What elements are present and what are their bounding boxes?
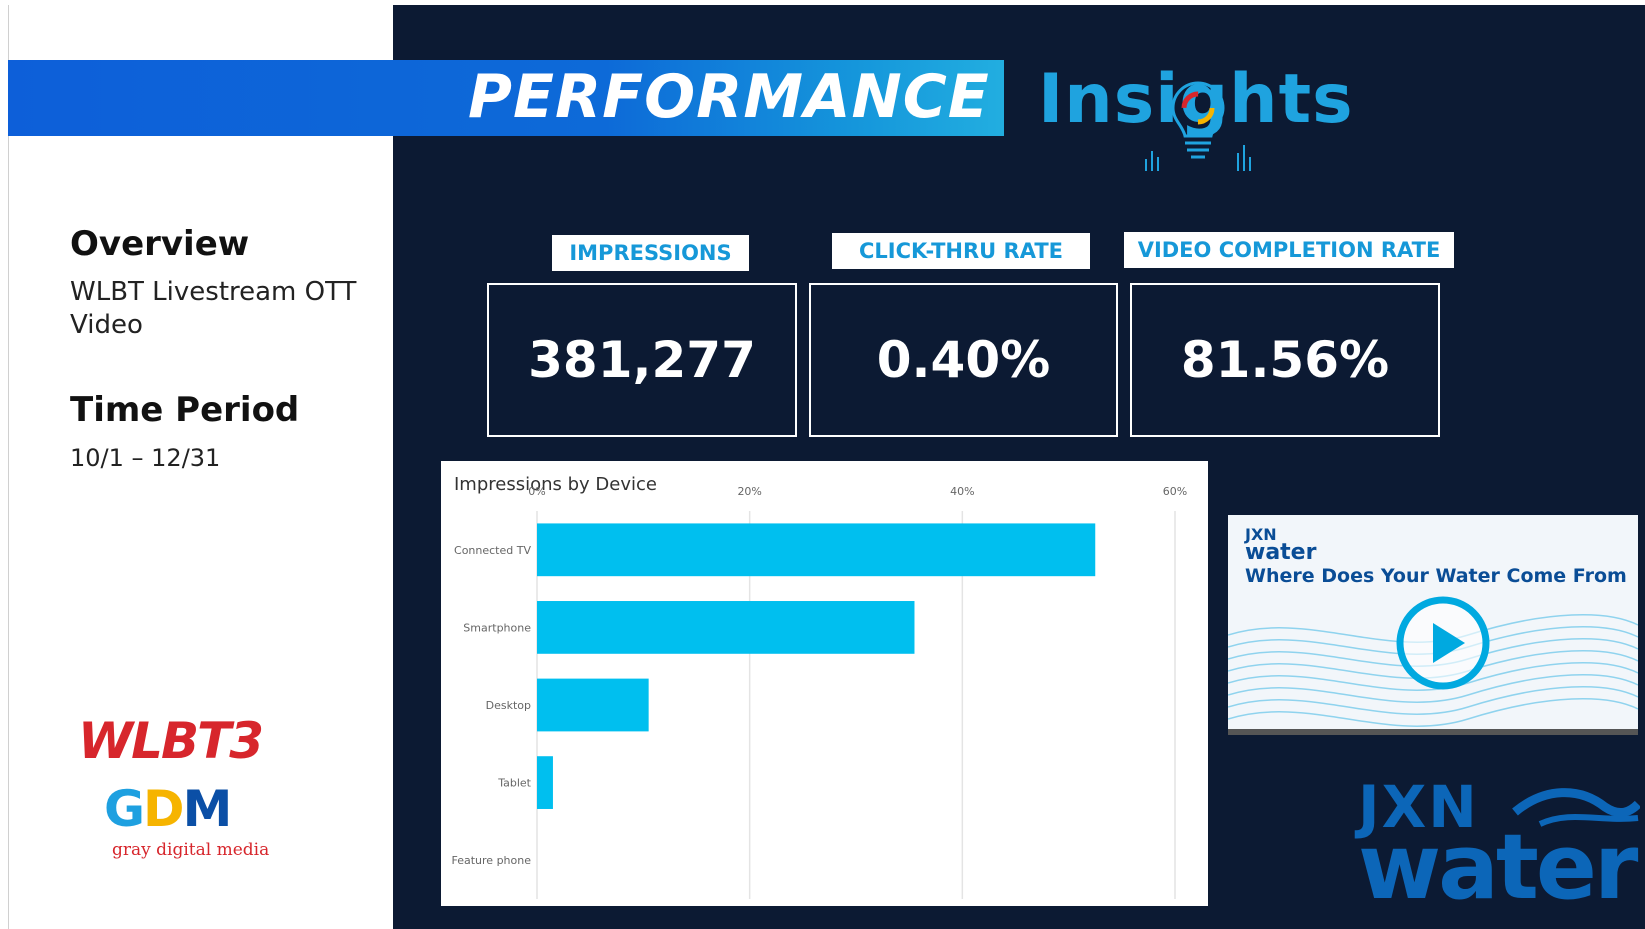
y-category-label: Desktop	[486, 699, 531, 712]
kpi-label-vcr: VIDEO COMPLETION RATE	[1124, 232, 1454, 268]
y-category-label: Tablet	[497, 777, 531, 790]
overview-value: WLBT Livestream OTT Video	[70, 277, 357, 340]
play-icon[interactable]	[1393, 593, 1493, 693]
video-brand-logo: JXN water	[1245, 525, 1317, 565]
video-thumbnail[interactable]: JXN water Where Does Your Water Come From	[1228, 515, 1638, 735]
time-period-value: 10/1 – 12/31	[70, 444, 221, 472]
video-title: Where Does Your Water Come From	[1245, 565, 1627, 587]
time-period-heading: Time Period	[70, 390, 300, 430]
x-tick-label: 20%	[737, 485, 761, 498]
bar	[537, 601, 915, 654]
kpi-value-impressions: 381,277	[487, 283, 797, 437]
gdm-letter-m: M	[182, 780, 233, 838]
impressions-chart: 0% 20% 40% 60% Connected TV Smartphone Desktop…	[452, 485, 1187, 899]
kpi-label-impressions: IMPRESSIONS	[552, 235, 749, 271]
lightbulb-icon	[1145, 81, 1251, 171]
x-tick-label: 60%	[1163, 485, 1187, 498]
kpi-value-ctr: 0.40%	[809, 283, 1118, 437]
jxn-logo-bottom: water	[1358, 815, 1638, 920]
video-progress-bar[interactable]	[1228, 729, 1638, 735]
bar	[537, 678, 649, 732]
bar	[537, 756, 553, 809]
y-category-label: Smartphone	[463, 621, 531, 634]
video-brand-bottom: water	[1245, 540, 1317, 565]
x-tick-label: 40%	[950, 485, 974, 498]
y-category-label: Feature phone	[452, 854, 532, 867]
gdm-logo: GDM	[104, 780, 233, 838]
bar	[537, 523, 1096, 577]
gdm-letter-d: D	[143, 780, 184, 838]
kpi-label-ctr: CLICK-THRU RATE	[832, 233, 1090, 269]
gdm-letter-g: G	[104, 780, 145, 838]
wlbt-logo: WLBT3	[78, 712, 264, 770]
page-title: PERFORMANCE	[468, 62, 990, 132]
impressions-chart-card: Impressions by Device 0% 20% 40% 60% Connect…	[441, 461, 1208, 906]
gdm-subtitle: gray digital media	[112, 840, 270, 860]
x-tick-label: 0%	[528, 485, 545, 498]
overview-heading: Overview	[70, 224, 250, 264]
wave-icon	[1512, 788, 1640, 827]
y-category-label: Connected TV	[454, 544, 531, 557]
kpi-value-vcr: 81.56%	[1130, 283, 1440, 437]
